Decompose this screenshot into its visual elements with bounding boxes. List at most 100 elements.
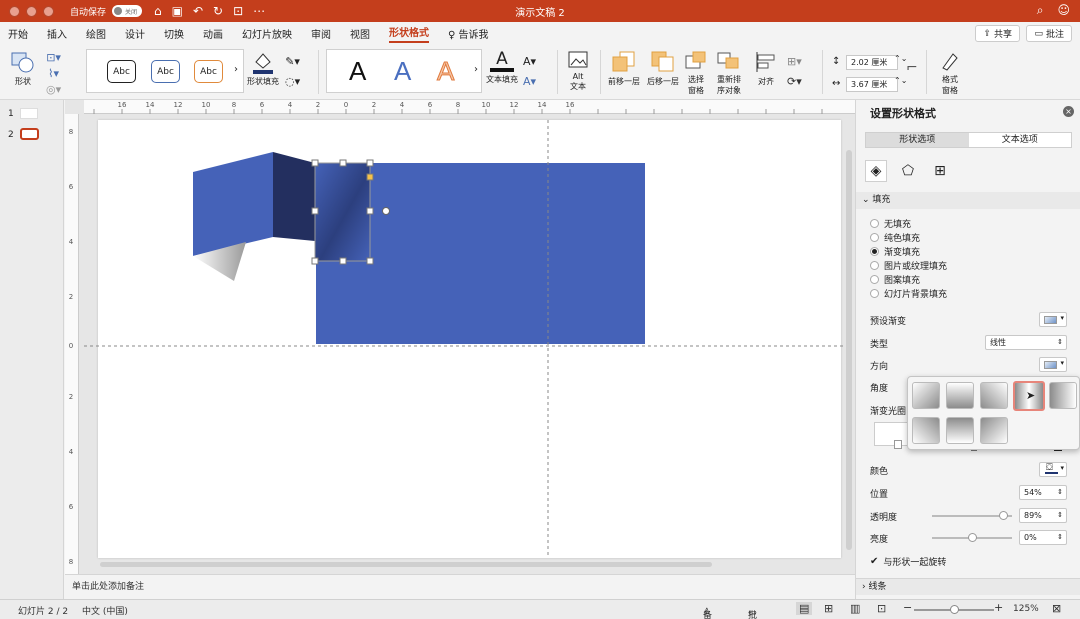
edit-points-icon[interactable]: ⌇▾ xyxy=(46,66,61,82)
radio-pattern[interactable] xyxy=(870,275,879,284)
fill-option-solid[interactable]: 纯色填充 xyxy=(870,231,920,244)
fit-to-window-icon[interactable]: ⊠ xyxy=(1052,602,1061,615)
stepper-icon[interactable]: ⇕ xyxy=(1057,486,1063,499)
radio-picture[interactable] xyxy=(870,261,879,270)
smiley-icon[interactable]: ☺ xyxy=(1057,3,1070,18)
shape-width-input[interactable]: 3.67 厘米 xyxy=(846,77,898,92)
autosave-toggle[interactable]: 关闭 xyxy=(112,5,143,17)
present-icon[interactable]: ⊡ xyxy=(233,4,243,18)
slideshow-icon[interactable]: ⊡ xyxy=(877,602,886,615)
comments-button[interactable]: ▭ 批注 xyxy=(1026,25,1072,42)
gallery-more-icon[interactable]: › xyxy=(234,64,238,75)
tab-insert[interactable]: 插入 xyxy=(47,26,67,41)
close-icon[interactable]: × xyxy=(1063,106,1074,117)
share-button[interactable]: ⇪ 共享 xyxy=(975,25,1020,42)
size-properties-icon[interactable]: ⊞ xyxy=(929,160,951,182)
lock-aspect-icon[interactable]: ⌐ xyxy=(906,60,918,76)
horizontal-guide[interactable] xyxy=(84,345,846,347)
shape-effects-icon[interactable]: ◌▾ xyxy=(285,72,300,92)
gradient-type-select[interactable]: 线性 ⇕ xyxy=(985,335,1067,350)
resize-handle[interactable] xyxy=(311,159,319,167)
zoom-slider-knob[interactable] xyxy=(950,605,959,614)
direction-dropdown[interactable]: ▾ xyxy=(1039,357,1067,372)
left-blue-panel[interactable] xyxy=(193,152,273,256)
rotate-icon[interactable]: ⟳▾ xyxy=(787,72,802,92)
gradient-selected-shape[interactable] xyxy=(315,163,370,261)
rotate-with-shape-row[interactable]: ✔ 与形状一起旋转 xyxy=(870,555,946,568)
adjust-handle[interactable] xyxy=(366,173,374,181)
tab-slideshow[interactable]: 幻灯片放映 xyxy=(242,26,292,41)
bring-forward-button[interactable]: 前移一层 xyxy=(606,50,642,87)
zoom-in-icon[interactable]: + xyxy=(994,601,1003,614)
direction-option-6[interactable] xyxy=(912,417,940,444)
normal-view-icon[interactable]: ▤ xyxy=(796,602,813,615)
effects-pentagon-icon[interactable]: ⬠ xyxy=(897,160,919,182)
preset-gradient-dropdown[interactable]: ▾ xyxy=(1039,312,1067,327)
notes-area[interactable]: 单击此处添加备注 xyxy=(65,574,855,599)
rotate-handle-icon[interactable] xyxy=(382,207,390,215)
brightness-slider-knob[interactable] xyxy=(968,533,977,542)
transparency-slider-knob[interactable] xyxy=(999,511,1009,520)
undo-icon[interactable]: ↶ xyxy=(193,4,203,18)
language-indicator[interactable]: 中文 (中国) xyxy=(82,604,128,617)
save-icon[interactable]: ▣ xyxy=(172,4,183,18)
resize-handle[interactable] xyxy=(366,207,374,215)
redo-icon[interactable]: ↻ xyxy=(213,4,223,18)
alt-text-button[interactable]: Alt 文本 xyxy=(563,50,593,92)
resize-handle[interactable] xyxy=(311,207,319,215)
wordart-blue[interactable]: A xyxy=(394,56,411,87)
stop-color-dropdown[interactable]: ⛋ ▾ xyxy=(1039,462,1067,477)
tab-shape-options[interactable]: 形状选项 xyxy=(866,133,969,147)
search-icon[interactable]: ⌕ xyxy=(1037,3,1044,18)
fill-section-header[interactable]: ⌄ 填充 xyxy=(856,192,1080,209)
direction-option-1[interactable] xyxy=(912,382,940,409)
slide-thumbnail-2[interactable] xyxy=(20,128,39,140)
home-icon[interactable]: ⌂ xyxy=(154,4,162,18)
reading-view-icon[interactable]: ▥ xyxy=(850,602,860,615)
direction-option-3[interactable] xyxy=(980,382,1008,409)
text-fill-button[interactable]: A 文本填充 xyxy=(484,50,520,85)
tab-draw[interactable]: 绘图 xyxy=(86,26,106,41)
dark-fold-panel[interactable] xyxy=(273,152,315,241)
insert-shape-button[interactable]: 形状 xyxy=(8,50,38,87)
format-pane-button[interactable]: 格式 窗格 xyxy=(934,50,966,96)
direction-option-5[interactable] xyxy=(1049,382,1077,409)
tab-tell-me[interactable]: ♀ 告诉我 xyxy=(448,26,489,41)
shape-height-input[interactable]: 2.02 厘米 xyxy=(846,55,898,70)
tab-transitions[interactable]: 切换 xyxy=(164,26,184,41)
selection-pane-button[interactable]: 选择 窗格 xyxy=(683,50,709,96)
zoom-out-icon[interactable]: − xyxy=(903,601,912,614)
brightness-input[interactable]: 0% ⇕ xyxy=(1019,530,1067,545)
tab-review[interactable]: 审阅 xyxy=(311,26,331,41)
more-icon[interactable]: ⋯ xyxy=(253,4,265,18)
slide-sorter-icon[interactable]: ⊞ xyxy=(824,602,833,615)
direction-option-7[interactable] xyxy=(946,417,974,444)
line-section-header[interactable]: › 线条 xyxy=(856,578,1080,595)
slide-canvas[interactable] xyxy=(98,120,841,558)
stepper-icon[interactable]: ⇕ xyxy=(1057,509,1063,522)
merge-shapes-icon[interactable]: ◎▾ xyxy=(46,82,61,98)
resize-handle[interactable] xyxy=(366,159,374,167)
shape-fill-button[interactable]: 形状填充 xyxy=(246,50,280,87)
wordart-orange[interactable]: A xyxy=(436,56,454,87)
transparency-input[interactable]: 89% ⇕ xyxy=(1019,508,1067,523)
zoom-window-button[interactable] xyxy=(43,5,54,17)
minimize-window-button[interactable] xyxy=(26,5,37,17)
tab-home[interactable]: 开始 xyxy=(8,26,28,41)
style-sample-2[interactable]: Abc xyxy=(151,60,180,83)
position-input[interactable]: 54% ⇕ xyxy=(1019,485,1067,500)
vertical-scrollbar[interactable] xyxy=(846,150,852,550)
radio-gradient[interactable] xyxy=(870,247,879,256)
checkbox-checked-icon[interactable]: ✔ xyxy=(870,556,878,567)
resize-handle[interactable] xyxy=(339,257,347,265)
align-button[interactable]: 对齐 xyxy=(750,50,782,87)
style-sample-1[interactable]: Abc xyxy=(107,60,136,83)
reorder-objects-button[interactable]: 重新排 序对象 xyxy=(712,50,746,96)
radio-background[interactable] xyxy=(870,289,879,298)
resize-handle[interactable] xyxy=(311,257,319,265)
text-box-icon[interactable]: ⊡▾ xyxy=(46,50,61,66)
tab-text-options[interactable]: 文本选项 xyxy=(969,133,1072,147)
slide-thumbnail-1[interactable] xyxy=(20,108,38,119)
direction-option-8[interactable] xyxy=(980,417,1008,444)
fill-option-gradient[interactable]: 渐变填充 xyxy=(870,245,920,258)
